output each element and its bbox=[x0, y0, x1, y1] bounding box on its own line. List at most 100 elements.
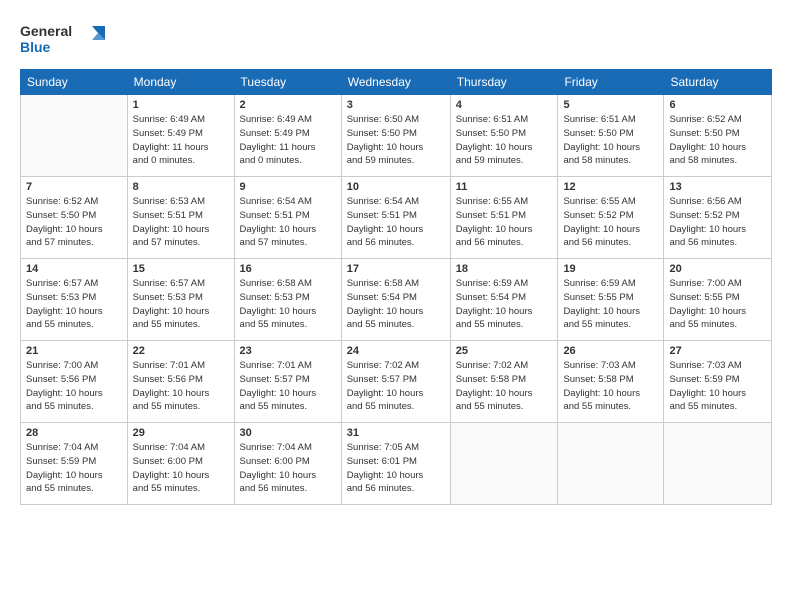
day-info: Sunrise: 7:02 AMSunset: 5:57 PMDaylight:… bbox=[347, 359, 445, 414]
calendar-cell: 12 Sunrise: 6:55 AMSunset: 5:52 PMDayligh… bbox=[558, 177, 664, 259]
day-info: Sunrise: 6:55 AMSunset: 5:52 PMDaylight:… bbox=[563, 195, 658, 250]
day-number: 19 bbox=[563, 263, 658, 275]
calendar-header-sunday: Sunday bbox=[21, 70, 128, 95]
day-info: Sunrise: 6:57 AMSunset: 5:53 PMDaylight:… bbox=[133, 277, 229, 332]
day-info: Sunrise: 6:58 AMSunset: 5:53 PMDaylight:… bbox=[240, 277, 336, 332]
calendar-week-row: 14 Sunrise: 6:57 AMSunset: 5:53 PMDayligh… bbox=[21, 259, 772, 341]
day-info: Sunrise: 7:00 AMSunset: 5:56 PMDaylight:… bbox=[26, 359, 122, 414]
day-number: 20 bbox=[669, 263, 766, 275]
calendar-cell: 14Sunrise: 6:57 AMSunset: 5:53 PMDayligh… bbox=[21, 259, 128, 341]
day-number: 4 bbox=[456, 99, 553, 111]
calendar-cell: 2Sunrise: 6:49 AMSunset: 5:49 PMDaylight… bbox=[234, 95, 341, 177]
calendar-week-row: 7Sunrise: 6:52 AMSunset: 5:50 PMDaylight… bbox=[21, 177, 772, 259]
calendar-cell: 30 Sunrise: 7:04 AMSunset: 6:00 PMDayligh… bbox=[234, 423, 341, 505]
day-info: Sunrise: 6:54 AMSunset: 5:51 PMDaylight:… bbox=[240, 195, 336, 250]
day-info: Sunrise: 6:59 AMSunset: 5:54 PMDaylight:… bbox=[456, 277, 553, 332]
calendar-header-tuesday: Tuesday bbox=[234, 70, 341, 95]
calendar-cell: 29 Sunrise: 7:04 AMSunset: 6:00 PMDayligh… bbox=[127, 423, 234, 505]
day-info: Sunrise: 7:04 AMSunset: 5:59 PMDaylight:… bbox=[26, 441, 122, 496]
day-number: 1 bbox=[133, 99, 229, 111]
day-info: Sunrise: 6:59 AMSunset: 5:55 PMDaylight:… bbox=[563, 277, 658, 332]
calendar-cell: 9 Sunrise: 6:54 AMSunset: 5:51 PMDaylight… bbox=[234, 177, 341, 259]
day-number: 22 bbox=[133, 345, 229, 357]
day-info: Sunrise: 7:01 AMSunset: 5:56 PMDaylight:… bbox=[133, 359, 229, 414]
day-info: Sunrise: 6:56 AMSunset: 5:52 PMDaylight:… bbox=[669, 195, 766, 250]
calendar-cell: 15 Sunrise: 6:57 AMSunset: 5:53 PMDayligh… bbox=[127, 259, 234, 341]
day-info: Sunrise: 7:04 AMSunset: 6:00 PMDaylight:… bbox=[240, 441, 336, 496]
calendar-cell: 27 Sunrise: 7:03 AMSunset: 5:59 PMDayligh… bbox=[664, 341, 772, 423]
calendar-cell: 23 Sunrise: 7:01 AMSunset: 5:57 PMDayligh… bbox=[234, 341, 341, 423]
day-number: 15 bbox=[133, 263, 229, 275]
day-number: 26 bbox=[563, 345, 658, 357]
calendar-cell: 7Sunrise: 6:52 AMSunset: 5:50 PMDaylight… bbox=[21, 177, 128, 259]
logo: General Blue bbox=[20, 18, 110, 63]
day-number: 7 bbox=[26, 181, 122, 193]
day-info: Sunrise: 6:54 AMSunset: 5:51 PMDaylight:… bbox=[347, 195, 445, 250]
day-info: Sunrise: 7:01 AMSunset: 5:57 PMDaylight:… bbox=[240, 359, 336, 414]
day-info: Sunrise: 6:55 AMSunset: 5:51 PMDaylight:… bbox=[456, 195, 553, 250]
calendar-header-saturday: Saturday bbox=[664, 70, 772, 95]
day-number: 10 bbox=[347, 181, 445, 193]
calendar-cell: 6 Sunrise: 6:52 AMSunset: 5:50 PMDaylight… bbox=[664, 95, 772, 177]
day-number: 13 bbox=[669, 181, 766, 193]
svg-text:General: General bbox=[20, 23, 72, 39]
calendar-cell: 1 Sunrise: 6:49 AMSunset: 5:49 PMDaylight… bbox=[127, 95, 234, 177]
svg-text:Blue: Blue bbox=[20, 39, 51, 55]
calendar-header-row: SundayMondayTuesdayWednesdayThursdayFrid… bbox=[21, 70, 772, 95]
calendar-cell: 25 Sunrise: 7:02 AMSunset: 5:58 PMDayligh… bbox=[450, 341, 558, 423]
day-info: Sunrise: 6:49 AMSunset: 5:49 PMDaylight:… bbox=[133, 113, 229, 168]
day-number: 30 bbox=[240, 427, 336, 439]
calendar-header-thursday: Thursday bbox=[450, 70, 558, 95]
calendar-cell: 3 Sunrise: 6:50 AMSunset: 5:50 PMDaylight… bbox=[341, 95, 450, 177]
calendar-cell: 24Sunrise: 7:02 AMSunset: 5:57 PMDayligh… bbox=[341, 341, 450, 423]
calendar-cell: 17 Sunrise: 6:58 AMSunset: 5:54 PMDayligh… bbox=[341, 259, 450, 341]
calendar-cell: 22 Sunrise: 7:01 AMSunset: 5:56 PMDayligh… bbox=[127, 341, 234, 423]
calendar-cell: 31Sunrise: 7:05 AMSunset: 6:01 PMDayligh… bbox=[341, 423, 450, 505]
calendar-week-row: 28 Sunrise: 7:04 AMSunset: 5:59 PMDayligh… bbox=[21, 423, 772, 505]
calendar-cell: 26 Sunrise: 7:03 AMSunset: 5:58 PMDayligh… bbox=[558, 341, 664, 423]
calendar-cell: 11 Sunrise: 6:55 AMSunset: 5:51 PMDayligh… bbox=[450, 177, 558, 259]
day-info: Sunrise: 6:52 AMSunset: 5:50 PMDaylight:… bbox=[669, 113, 766, 168]
day-number: 6 bbox=[669, 99, 766, 111]
calendar-cell: 5 Sunrise: 6:51 AMSunset: 5:50 PMDaylight… bbox=[558, 95, 664, 177]
day-info: Sunrise: 6:51 AMSunset: 5:50 PMDaylight:… bbox=[563, 113, 658, 168]
day-number: 5 bbox=[563, 99, 658, 111]
day-info: Sunrise: 6:53 AMSunset: 5:51 PMDaylight:… bbox=[133, 195, 229, 250]
day-number: 28 bbox=[26, 427, 122, 439]
day-number: 23 bbox=[240, 345, 336, 357]
day-number: 14 bbox=[26, 263, 122, 275]
calendar-header-monday: Monday bbox=[127, 70, 234, 95]
day-info: Sunrise: 6:50 AMSunset: 5:50 PMDaylight:… bbox=[347, 113, 445, 168]
day-info: Sunrise: 6:58 AMSunset: 5:54 PMDaylight:… bbox=[347, 277, 445, 332]
logo-text: General Blue bbox=[20, 18, 110, 63]
calendar-cell: 4 Sunrise: 6:51 AMSunset: 5:50 PMDaylight… bbox=[450, 95, 558, 177]
day-info: Sunrise: 7:05 AMSunset: 6:01 PMDaylight:… bbox=[347, 441, 445, 496]
day-number: 3 bbox=[347, 99, 445, 111]
day-number: 21 bbox=[26, 345, 122, 357]
day-info: Sunrise: 6:51 AMSunset: 5:50 PMDaylight:… bbox=[456, 113, 553, 168]
calendar-week-row: 21 Sunrise: 7:00 AMSunset: 5:56 PMDayligh… bbox=[21, 341, 772, 423]
day-number: 9 bbox=[240, 181, 336, 193]
calendar-cell bbox=[21, 95, 128, 177]
day-number: 12 bbox=[563, 181, 658, 193]
day-info: Sunrise: 7:00 AMSunset: 5:55 PMDaylight:… bbox=[669, 277, 766, 332]
calendar-header-friday: Friday bbox=[558, 70, 664, 95]
calendar-header-wednesday: Wednesday bbox=[341, 70, 450, 95]
page: General Blue SundayMondayTuesdayWednesda… bbox=[0, 0, 792, 612]
header: General Blue bbox=[20, 18, 772, 63]
calendar-cell bbox=[558, 423, 664, 505]
day-number: 25 bbox=[456, 345, 553, 357]
calendar-table: SundayMondayTuesdayWednesdayThursdayFrid… bbox=[20, 69, 772, 505]
calendar-week-row: 1 Sunrise: 6:49 AMSunset: 5:49 PMDaylight… bbox=[21, 95, 772, 177]
calendar-cell: 18 Sunrise: 6:59 AMSunset: 5:54 PMDayligh… bbox=[450, 259, 558, 341]
calendar-cell: 8Sunrise: 6:53 AMSunset: 5:51 PMDaylight… bbox=[127, 177, 234, 259]
day-info: Sunrise: 7:03 AMSunset: 5:58 PMDaylight:… bbox=[563, 359, 658, 414]
day-number: 27 bbox=[669, 345, 766, 357]
day-info: Sunrise: 7:02 AMSunset: 5:58 PMDaylight:… bbox=[456, 359, 553, 414]
day-number: 29 bbox=[133, 427, 229, 439]
day-info: Sunrise: 7:04 AMSunset: 6:00 PMDaylight:… bbox=[133, 441, 229, 496]
day-number: 17 bbox=[347, 263, 445, 275]
day-number: 18 bbox=[456, 263, 553, 275]
day-info: Sunrise: 7:03 AMSunset: 5:59 PMDaylight:… bbox=[669, 359, 766, 414]
day-number: 11 bbox=[456, 181, 553, 193]
